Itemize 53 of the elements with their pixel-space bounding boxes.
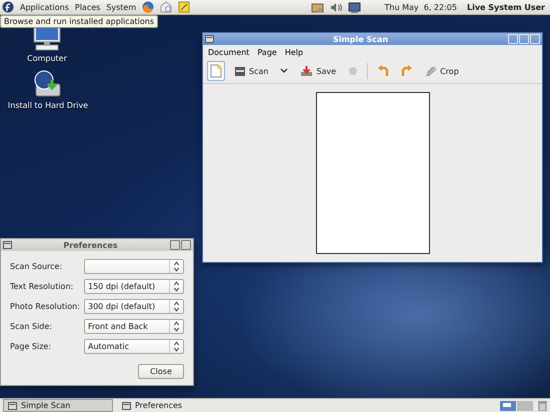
desktop-icon-label[interactable]: Computer	[27, 54, 67, 63]
save-button[interactable]: Save	[297, 62, 340, 80]
close-button[interactable]: Close	[138, 364, 184, 379]
desktop-icon-label[interactable]: Install to Hard Drive	[8, 101, 88, 110]
taskbar-button[interactable]: Simple Scan	[3, 399, 113, 412]
dropdown[interactable]: Front and Back	[84, 319, 184, 334]
user-name[interactable]: Live System User	[466, 2, 545, 12]
window-title: Preferences	[62, 240, 119, 250]
minimize-button[interactable]	[170, 240, 180, 250]
window-icon	[8, 402, 17, 410]
taskbar-button[interactable]: Preferences	[117, 399, 227, 412]
maximize-button[interactable]	[519, 34, 529, 44]
notes-icon[interactable]	[178, 1, 190, 13]
field-label: Scan Side:	[10, 322, 53, 331]
workspace-switcher-icon[interactable]	[500, 400, 534, 410]
crop-button[interactable]: Crop	[422, 62, 462, 80]
network-icon[interactable]	[348, 2, 361, 12]
window-menu-icon[interactable]	[3, 241, 12, 249]
field-label: Text Resolution:	[10, 282, 74, 291]
scanner-icon	[234, 66, 246, 76]
trash-icon[interactable]	[538, 400, 547, 410]
hard-drive-install-icon	[33, 70, 63, 98]
window-menu-icon[interactable]	[205, 35, 214, 43]
field-label: Page Size:	[10, 342, 52, 351]
dropdown[interactable]: 300 dpi (default)	[84, 299, 184, 314]
new-document-icon	[210, 64, 222, 78]
panel-menu[interactable]: Applications	[20, 2, 69, 12]
scan-button[interactable]: Scan	[231, 62, 272, 80]
menu-item[interactable]: Page	[257, 48, 277, 56]
window-title: Simple Scan	[332, 34, 390, 44]
new-button[interactable]	[207, 61, 225, 81]
distro-logo-icon[interactable]	[2, 1, 14, 13]
field-label: Photo Resolution:	[10, 302, 81, 311]
tooltip: Browse and run installed applications	[0, 15, 158, 28]
panel-menu[interactable]: System	[106, 2, 136, 12]
close-button[interactable]	[181, 240, 191, 250]
menu-item[interactable]: Document	[208, 48, 250, 56]
save-icon	[300, 65, 314, 77]
chevron-down-icon	[280, 68, 288, 74]
panel-menu[interactable]: Places	[74, 2, 100, 12]
crop-icon	[425, 65, 438, 77]
dropdown[interactable]	[84, 259, 184, 274]
browser-icon[interactable]	[142, 1, 154, 13]
rotate-right-icon	[401, 65, 414, 77]
window-icon	[122, 402, 131, 410]
menu-item[interactable]: Help	[284, 48, 304, 56]
field-label: Scan Source:	[10, 262, 64, 271]
dropdown[interactable]: Automatic	[84, 339, 184, 354]
volume-icon[interactable]	[330, 2, 342, 12]
dropdown[interactable]: 150 dpi (default)	[84, 279, 184, 294]
rotate-left-icon	[377, 65, 390, 77]
clock[interactable]: Thu May 6, 22:05	[384, 2, 457, 12]
stop-icon	[348, 66, 358, 76]
